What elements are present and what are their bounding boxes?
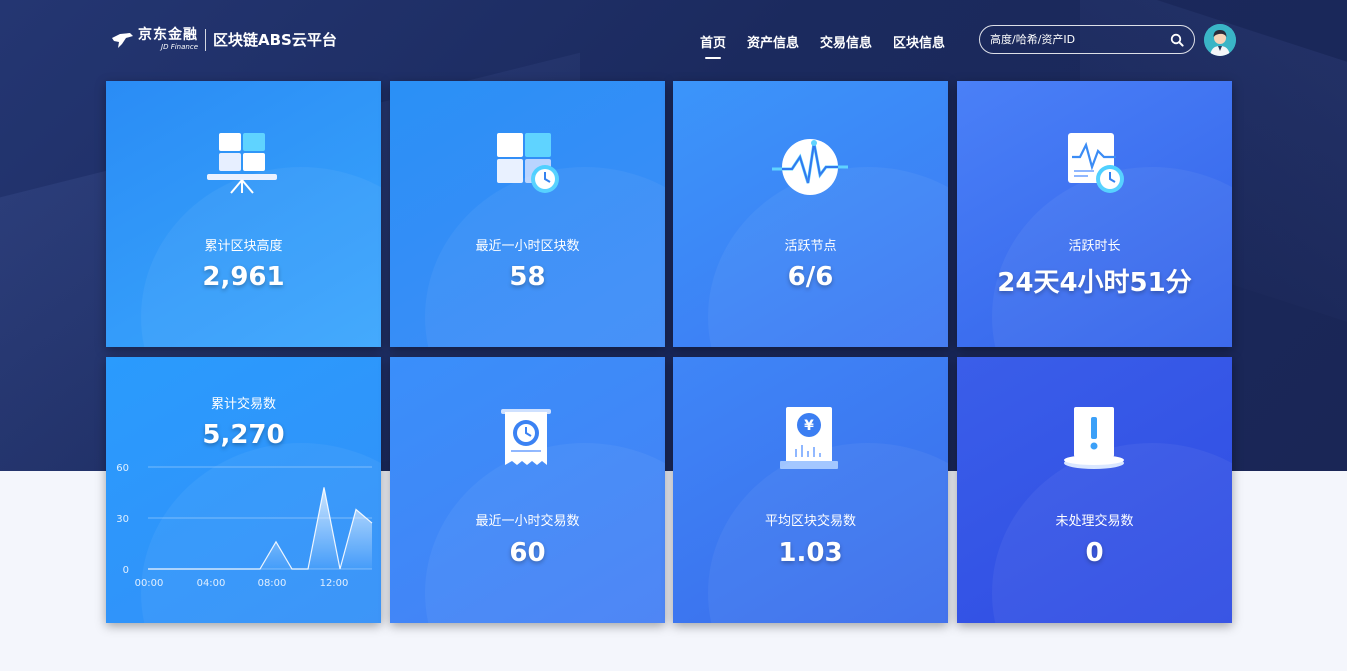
- user-avatar[interactable]: [1204, 24, 1236, 56]
- chart-y-tick-label: 30: [116, 514, 129, 525]
- stat-card-active-duration[interactable]: 活跃时长 24天4小时51分: [957, 81, 1232, 347]
- avatar-icon: [1204, 24, 1236, 56]
- stat-label: 活跃节点: [784, 239, 837, 254]
- chart-x-tick-label: 12:00: [320, 578, 349, 589]
- block-clock-icon: [497, 133, 559, 193]
- stat-card-active-nodes[interactable]: 活跃节点 6/6: [673, 81, 948, 347]
- logo-divider: [205, 28, 206, 51]
- stat-label: 平均区块交易数: [764, 514, 856, 529]
- main-nav: 首页 资产信息 交易信息 区块信息: [700, 32, 966, 59]
- chart-x-tick-label: 04:00: [197, 578, 226, 589]
- logo-en-text: JD Finance: [161, 43, 198, 51]
- block-board-icon: [207, 133, 277, 194]
- stat-card-block-height[interactable]: 累计区块高度 2,961: [106, 81, 381, 347]
- chart-x-tick-label: 08:00: [258, 578, 287, 589]
- stat-value: 24天4小时51分: [997, 268, 1192, 298]
- stat-value: 6/6: [787, 262, 834, 292]
- chart-area: [148, 487, 372, 569]
- stat-label: 活跃时长: [1068, 239, 1121, 254]
- chart-clock-icon: [1068, 133, 1124, 193]
- stat-label: 未处理交易数: [1055, 514, 1134, 529]
- stat-label: 最近一小时交易数: [475, 514, 580, 529]
- chart-y-tick-label: 0: [123, 565, 129, 576]
- receipt-clock-icon: [501, 409, 551, 465]
- stat-card-pending-tx[interactable]: 未处理交易数 0: [957, 357, 1232, 623]
- stat-value: 2,961: [202, 262, 285, 292]
- search-box: [979, 25, 1195, 54]
- nav-home[interactable]: 首页: [700, 32, 726, 59]
- alert-doc-icon: [1064, 407, 1124, 469]
- stat-value: 1.03: [778, 538, 843, 568]
- pulse-node-icon: [772, 139, 848, 195]
- stat-value: 60: [509, 538, 546, 568]
- search-icon[interactable]: [1170, 33, 1184, 47]
- stat-value: 58: [509, 262, 546, 292]
- search-input[interactable]: [990, 33, 1170, 46]
- stat-card-avg-block-tx[interactable]: ¥ 平均区块交易数 1.03: [673, 357, 948, 623]
- chart-y-tick-label: 60: [116, 463, 129, 474]
- nav-assets[interactable]: 资产信息: [747, 32, 799, 51]
- stat-value: 0: [1085, 538, 1104, 568]
- stat-label: 最近一小时区块数: [475, 239, 580, 254]
- platform-name: 区块链ABS云平台: [213, 31, 337, 49]
- svg-text:¥: ¥: [804, 418, 814, 434]
- transactions-chart: 60 30 0 00:00 04:00 08:00 12:00: [116, 463, 373, 589]
- top-header: 京东金融 JD Finance 区块链ABS云平台 首页 资产信息 交易信息 区…: [0, 0, 1347, 80]
- chart-x-tick-label: 00:00: [135, 578, 164, 589]
- chart-series-line: [148, 487, 373, 570]
- jd-dog-icon: [112, 32, 133, 48]
- nav-transactions[interactable]: 交易信息: [820, 32, 872, 51]
- stat-card-total-transactions[interactable]: 累计交易数 5,270 60 30 0 00:00 04:00 08:00 12:00: [106, 357, 381, 623]
- stat-card-tx-last-hour[interactable]: 最近一小时交易数 60: [390, 357, 665, 623]
- stat-card-blocks-last-hour[interactable]: 最近一小时区块数 58: [390, 81, 665, 347]
- stat-label: 累计区块高度: [204, 239, 283, 254]
- nav-blocks[interactable]: 区块信息: [893, 32, 945, 51]
- logo-cn-text: 京东金融: [138, 27, 198, 43]
- brand-logo[interactable]: 京东金融 JD Finance 区块链ABS云平台: [110, 28, 337, 51]
- yuan-doc-icon: ¥: [780, 407, 838, 469]
